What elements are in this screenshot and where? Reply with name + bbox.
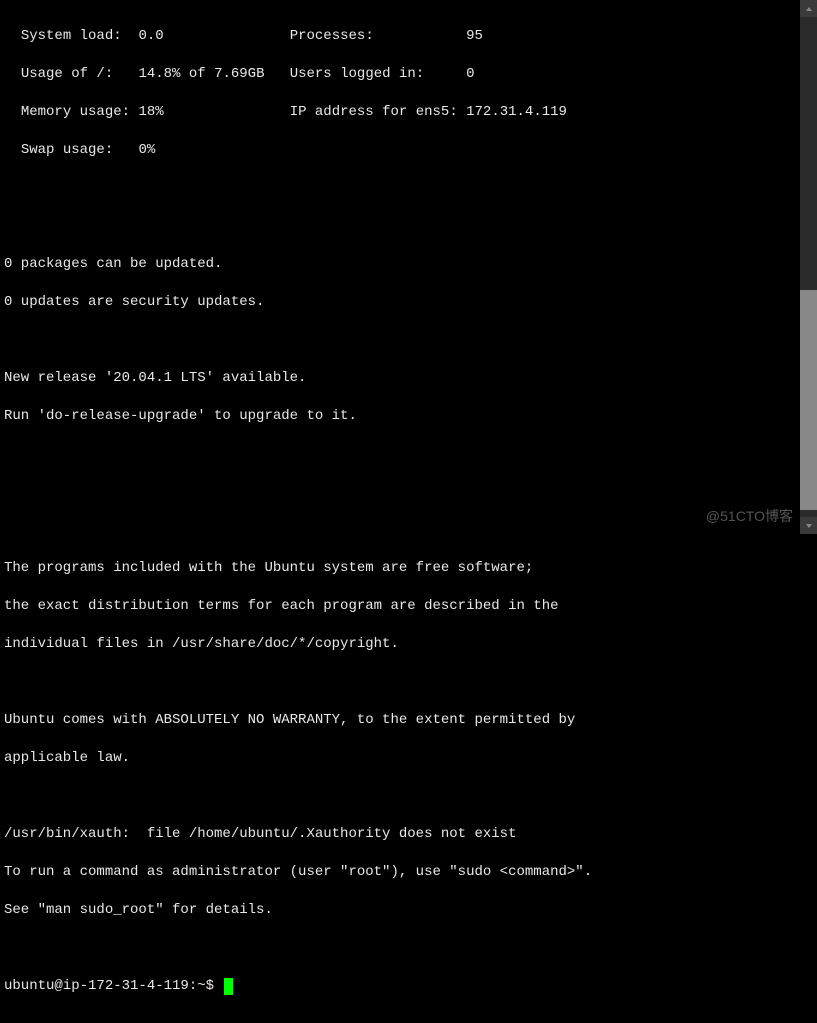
legal-line-1: The programs included with the Ubuntu sy…	[4, 559, 796, 578]
updates-packages: 0 packages can be updated.	[4, 255, 796, 274]
blank-line	[4, 787, 796, 806]
stats-row-2: Usage of /: 14.8% of 7.69GB Users logged…	[4, 65, 796, 84]
chevron-up-icon	[805, 5, 813, 13]
prompt-line[interactable]: ubuntu@ip-172-31-4-119:~$	[4, 977, 796, 996]
memory-value: 18%	[138, 104, 163, 120]
scroll-down-button[interactable]	[800, 517, 817, 534]
updates-security: 0 updates are security updates.	[4, 293, 796, 312]
xauth-line-2: To run a command as administrator (user …	[4, 863, 796, 882]
legal-line-2: the exact distribution terms for each pr…	[4, 597, 796, 616]
ip-value: 172.31.4.119	[466, 104, 567, 120]
swap-label: Swap usage:	[21, 142, 113, 158]
scrollbar[interactable]	[800, 0, 817, 534]
xauth-line-1: /usr/bin/xauth: file /home/ubuntu/.Xauth…	[4, 825, 796, 844]
processes-value: 95	[466, 28, 483, 44]
watermark: @51CTO博客	[706, 506, 793, 526]
scroll-thumb[interactable]	[800, 290, 817, 510]
scroll-up-button[interactable]	[800, 0, 817, 17]
memory-label: Memory usage:	[21, 104, 130, 120]
blank-line	[4, 673, 796, 692]
legal-line-5: applicable law.	[4, 749, 796, 768]
xauth-line-3: See "man sudo_root" for details.	[4, 901, 796, 920]
release-line-1: New release '20.04.1 LTS' available.	[4, 369, 796, 388]
blank-line	[4, 179, 796, 198]
system-load-label: System load:	[21, 28, 122, 44]
legal-line-4: Ubuntu comes with ABSOLUTELY NO WARRANTY…	[4, 711, 796, 730]
stats-row-1: System load: 0.0 Processes: 95	[4, 27, 796, 46]
ip-label: IP address for ens5:	[290, 104, 458, 120]
usage-value: 14.8% of 7.69GB	[138, 66, 264, 82]
usage-label: Usage of /:	[21, 66, 113, 82]
legal-line-3: individual files in /usr/share/doc/*/cop…	[4, 635, 796, 654]
users-value: 0	[466, 66, 474, 82]
blank-line	[4, 331, 796, 350]
users-label: Users logged in:	[290, 66, 424, 82]
blank-line	[4, 217, 796, 236]
stats-row-4: Swap usage: 0%	[4, 141, 796, 160]
cursor-icon	[224, 978, 233, 995]
processes-label: Processes:	[290, 28, 374, 44]
chevron-down-icon	[805, 522, 813, 530]
blank-line	[4, 939, 796, 958]
swap-value: 0%	[138, 142, 155, 158]
stats-row-3: Memory usage: 18% IP address for ens5: 1…	[4, 103, 796, 122]
blank-line	[4, 445, 796, 464]
system-load-value: 0.0	[138, 28, 163, 44]
blank-line	[4, 521, 796, 540]
release-line-2: Run 'do-release-upgrade' to upgrade to i…	[4, 407, 796, 426]
terminal-output[interactable]: System load: 0.0 Processes: 95 Usage of …	[0, 0, 800, 1023]
blank-line	[4, 483, 796, 502]
shell-prompt: ubuntu@ip-172-31-4-119:~$	[4, 977, 222, 996]
